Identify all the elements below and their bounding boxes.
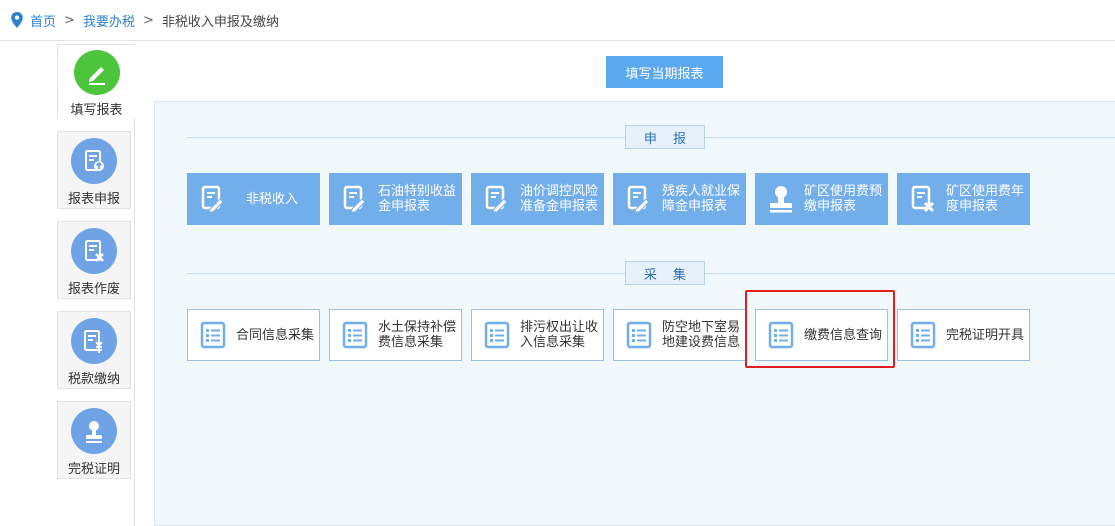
sidebar-item-label: 税款缴纳	[67, 372, 120, 387]
section-title-declare: 申 报	[625, 125, 705, 149]
tile-air-defense-basement-fee[interactable]: 防空地下室易 地建设费信息	[613, 309, 746, 361]
breadcrumb-separator: >	[142, 12, 154, 28]
fill-current-report-button[interactable]: 填写当期报表	[606, 56, 723, 88]
tile-label: 非税收入	[246, 191, 299, 207]
tile-label: 矿区使用费年 度申报表	[946, 184, 1025, 214]
list-icon	[484, 321, 510, 349]
breadcrumb: 首页 > 我要办税 > 非税收入申报及缴纳	[10, 10, 279, 30]
list-icon	[200, 321, 226, 349]
tile-label: 水土保持补偿 费信息采集	[378, 320, 457, 350]
breadcrumb-separator: >	[64, 12, 75, 28]
tile-mining-fee-prepay[interactable]: 矿区使用费预 缴申报表	[755, 173, 888, 225]
form-edit-icon	[343, 185, 366, 213]
header-divider	[0, 40, 1115, 41]
form-void-icon	[911, 185, 935, 213]
form-edit-icon	[627, 185, 650, 213]
tile-emission-rights-collect[interactable]: 排污权出让收 入信息采集	[471, 309, 604, 361]
tile-label: 残疾人就业保 障金申报表	[662, 184, 741, 214]
sidebar-item-tax-certificate[interactable]: 完税证明	[57, 401, 131, 479]
sidebar-item-report-submit[interactable]: 报表申报	[57, 131, 131, 209]
stamp-icon	[770, 186, 792, 213]
sidebar-item-label: 填写报表	[70, 103, 123, 118]
sidebar-item-report-void[interactable]: 报表作废	[57, 221, 131, 299]
list-icon	[910, 321, 936, 349]
tile-label: 完税证明开具	[946, 327, 1025, 343]
sidebar-item-fill-report[interactable]: 填写报表	[57, 44, 136, 118]
sidebar-item-label: 完税证明	[67, 462, 120, 477]
sidebar-item-label: 报表作废	[67, 282, 120, 297]
pencil-icon	[73, 50, 120, 95]
tile-non-tax-income[interactable]: 非税收入	[187, 173, 320, 225]
tile-disability-employment-fund[interactable]: 残疾人就业保 障金申报表	[613, 173, 746, 225]
tile-mining-fee-annual[interactable]: 矿区使用费年 度申报表	[897, 173, 1030, 225]
tile-oil-price-risk-reserve[interactable]: 油价调控风险 准备金申报表	[471, 173, 604, 225]
sidebar-item-tax-payment[interactable]: 税款缴纳	[57, 311, 131, 389]
breadcrumb-current: 非税收入申报及缴纳	[161, 14, 279, 30]
highlight-box	[745, 290, 895, 368]
tile-contract-info-collect[interactable]: 合同信息采集	[187, 309, 320, 361]
tile-label: 排污权出让收 入信息采集	[520, 320, 599, 350]
tile-petroleum-special-income[interactable]: 石油特别收益 金申报表	[329, 173, 462, 225]
form-edit-icon	[485, 185, 508, 213]
tile-label: 矿区使用费预 缴申报表	[804, 184, 883, 214]
breadcrumb-home-link[interactable]: 首页	[30, 11, 56, 30]
list-icon	[626, 321, 652, 349]
section-title-collect: 采 集	[625, 261, 705, 285]
tile-water-soil-fee-collect[interactable]: 水土保持补偿 费信息采集	[329, 309, 462, 361]
list-icon	[342, 321, 368, 349]
sidebar-item-label: 报表申报	[67, 192, 120, 207]
report-void-icon	[71, 228, 117, 274]
tile-label: 石油特别收益 金申报表	[378, 184, 457, 214]
breadcrumb-tax-link[interactable]: 我要办税	[83, 11, 135, 30]
tile-label: 油价调控风险 准备金申报表	[520, 184, 599, 214]
tile-tax-certificate-issue[interactable]: 完税证明开具	[897, 309, 1030, 361]
tile-label: 合同信息采集	[236, 327, 315, 343]
stamp-icon	[71, 408, 117, 454]
location-pin-icon	[11, 12, 23, 28]
tile-label: 防空地下室易 地建设费信息	[662, 320, 741, 350]
tax-payment-icon	[71, 318, 117, 364]
form-edit-icon	[201, 185, 224, 213]
report-upload-icon	[71, 138, 117, 184]
